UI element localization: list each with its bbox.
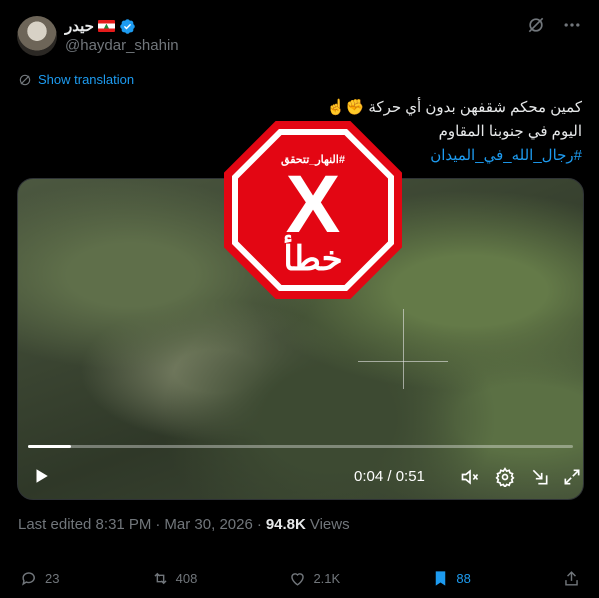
share-button[interactable] bbox=[562, 569, 581, 588]
reply-button[interactable]: 23 bbox=[20, 569, 59, 588]
user-handle[interactable]: @haydar_shahin bbox=[65, 37, 179, 54]
verified-badge-icon bbox=[120, 18, 135, 34]
post-date[interactable]: Mar 30, 2026 bbox=[164, 516, 252, 533]
repost-count: 408 bbox=[175, 570, 198, 586]
bookmark-icon bbox=[436, 570, 446, 586]
share-icon bbox=[565, 570, 578, 586]
more-options-icon[interactable] bbox=[561, 14, 583, 36]
like-button[interactable]: 2.1K bbox=[288, 569, 340, 588]
stamp-x-mark: X bbox=[285, 159, 341, 250]
settings-gear-icon[interactable] bbox=[495, 467, 515, 487]
action-bar: 23 408 2.1K 88 bbox=[20, 566, 581, 590]
mute-icon[interactable] bbox=[460, 467, 480, 487]
show-translation-label[interactable]: Show translation bbox=[38, 72, 134, 87]
video-controls: 0:04 / 0:51 bbox=[18, 461, 583, 491]
pop-out-icon[interactable] bbox=[530, 467, 550, 487]
stamp-verdict: خطأ bbox=[283, 240, 343, 278]
repost-icon bbox=[154, 572, 167, 584]
avatar[interactable] bbox=[17, 16, 57, 56]
grok-icon[interactable] bbox=[525, 14, 547, 36]
display-name[interactable]: حيدر bbox=[65, 17, 94, 35]
translate-icon bbox=[19, 74, 31, 85]
tweet-meta: Last edited 8:31 PM · Mar 30, 2026 · 94.… bbox=[18, 516, 350, 533]
fullscreen-icon[interactable] bbox=[562, 467, 582, 487]
edited-time[interactable]: Last edited 8:31 PM bbox=[18, 516, 151, 533]
video-progress-fill bbox=[28, 445, 71, 448]
like-count: 2.1K bbox=[313, 570, 341, 586]
video-time: 0:04 / 0:51 bbox=[354, 468, 425, 485]
meta-separator: · bbox=[155, 516, 161, 533]
hashtag-link[interactable]: #رجال_الله_في_الميدان bbox=[430, 147, 582, 164]
false-claim-stamp: #النهار_تتحقق X خطأ bbox=[224, 121, 402, 299]
show-translation-link[interactable]: Show translation bbox=[18, 72, 134, 87]
bookmark-button[interactable]: 88 bbox=[431, 569, 471, 588]
reply-count: 23 bbox=[45, 570, 60, 586]
lebanon-flag-icon bbox=[97, 20, 115, 32]
reply-icon bbox=[22, 571, 35, 586]
views-label: Views bbox=[309, 516, 350, 533]
tweet-emoji: ✊☝ bbox=[326, 99, 365, 116]
heart-icon bbox=[291, 572, 305, 586]
repost-button[interactable]: 408 bbox=[151, 569, 198, 588]
bookmark-count: 88 bbox=[456, 570, 471, 586]
tweet-line-1: كمين محكم شقفهن بدون أي حركة bbox=[368, 99, 582, 116]
video-progress-bar[interactable] bbox=[28, 445, 573, 448]
author-name-row[interactable]: حيدر bbox=[65, 16, 136, 36]
play-icon[interactable] bbox=[32, 467, 50, 485]
views-count: 94.8K bbox=[265, 516, 306, 533]
crosshair-vertical bbox=[403, 309, 404, 389]
crosshair-horizontal bbox=[358, 361, 448, 362]
meta-separator-2: · bbox=[256, 516, 262, 533]
